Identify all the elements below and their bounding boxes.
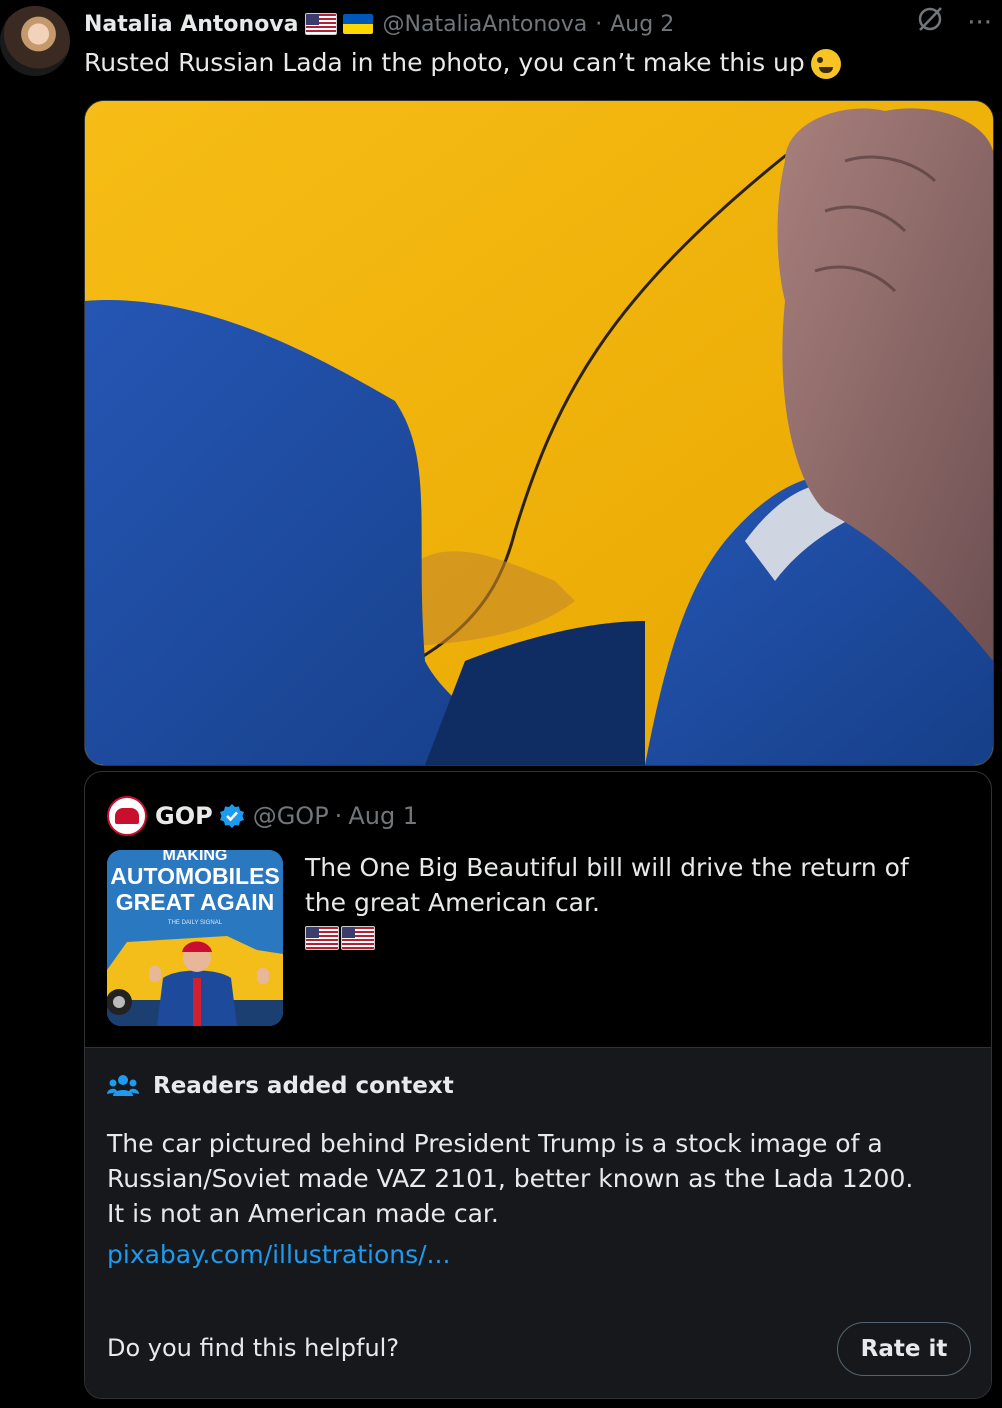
author-handle[interactable]: @NataliaAntonova [383,12,588,37]
note-line: It is not an American made car. [107,1199,499,1228]
thumbnail-image: MAKING AUTOMOBILES GREAT AGAIN THE DAILY… [107,850,283,1026]
thumb-title-2: AUTOMOBILES [110,863,280,889]
quoted-handle[interactable]: @GOP [253,802,329,830]
tweet-photo[interactable] [84,100,994,766]
grok-icon[interactable] [915,4,945,41]
quoted-author-name[interactable]: GOP [155,802,213,830]
community-note-header: Readers added context [107,1072,454,1100]
thumb-title-1: MAKING [163,850,228,864]
date-separator: · [595,11,603,37]
note-line: The car pictured behind President Trump … [107,1129,883,1158]
flag-us-icon [305,926,339,950]
quoted-date-separator: · [334,802,343,830]
people-icon [107,1075,139,1096]
author-name[interactable]: Natalia Antonova [84,12,299,37]
flag-ukraine-icon [342,14,373,34]
tweet-actions-top: ··· [915,4,992,41]
community-note: Readers added context The car pictured b… [85,1047,991,1398]
note-line: Russian/Soviet made VAZ 2101, better kno… [107,1164,914,1193]
quoted-text: The One Big Beautiful bill will drive th… [305,853,909,917]
helpful-question: Do you find this helpful? [107,1334,400,1362]
tweet-header: Natalia Antonova @NataliaAntonova · Aug … [84,8,1002,40]
quoted-date[interactable]: Aug 1 [348,802,418,830]
verified-badge-icon [219,804,244,828]
community-note-title: Readers added context [153,1073,454,1099]
tweet-body: Rusted Russian Lada in the photo, you ca… [84,48,805,77]
tweet-text: Rusted Russian Lada in the photo, you ca… [84,46,841,80]
quoted-tweet[interactable]: GOP @GOP · Aug 1 MAKING AUTOMOBILES GREA… [84,771,992,1399]
community-note-body: The car pictured behind President Trump … [107,1126,957,1231]
gop-elephant-icon[interactable] [107,796,147,836]
photo-lada-fist [85,101,993,765]
flag-us-icon [341,926,375,950]
zany-face-icon [810,49,841,79]
thumb-subtitle: THE DAILY SIGNAL [168,920,223,926]
thumb-title-3: GREAT AGAIN [116,889,274,915]
quoted-thumbnail[interactable]: MAKING AUTOMOBILES GREAT AGAIN THE DAILY… [107,850,283,1026]
author-avatar[interactable] [0,6,70,76]
quoted-text-block: The One Big Beautiful bill will drive th… [305,850,955,959]
tweet-date[interactable]: Aug 2 [610,12,674,37]
more-icon[interactable]: ··· [967,8,992,38]
quoted-flags [305,924,955,959]
quoted-header: GOP @GOP · Aug 1 [107,796,418,836]
note-source-link[interactable]: pixabay.com/illustrations/... [107,1240,450,1269]
rate-it-button[interactable]: Rate it [837,1322,971,1376]
flag-us-icon [304,13,337,35]
